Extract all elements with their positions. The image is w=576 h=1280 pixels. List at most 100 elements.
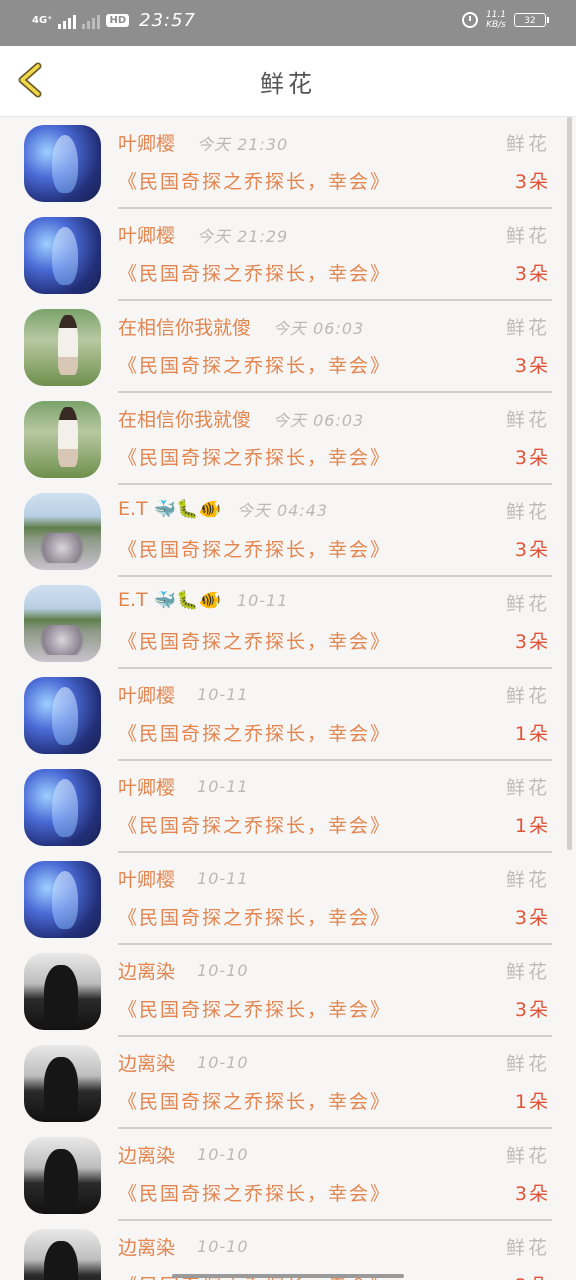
avatar[interactable] (24, 1229, 101, 1280)
list-item[interactable]: 在相信你我就傻 今天 06:03 鲜花 《民国奇探之乔探长，幸会》 3朵 (0, 393, 576, 485)
speed-unit: KB/s (486, 20, 506, 30)
sender-name[interactable]: 叶卿樱 10-11 (118, 865, 249, 892)
sender-name-text: 叶卿樱 (118, 685, 176, 707)
list-item[interactable]: 叶卿樱 10-11 鲜花 《民国奇探之乔探长，幸会》 3朵 (0, 853, 576, 945)
flower-count: 3朵 (514, 1183, 550, 1205)
emoji-icons: 🐳🐛🐠 (153, 498, 221, 520)
page-title: 鲜花 (260, 70, 316, 98)
network-speed: 11.1 KB/s (486, 10, 506, 30)
avatar[interactable] (24, 125, 101, 202)
sender-name[interactable]: 叶卿樱 今天 21:29 (118, 221, 288, 248)
avatar[interactable] (24, 217, 101, 294)
timestamp: 10-10 (197, 961, 249, 980)
timestamp: 10-11 (197, 869, 249, 888)
timestamp: 10-10 (197, 1237, 249, 1256)
sender-name-text: 在相信你我就傻 (118, 317, 252, 339)
timestamp: 今天 06:03 (273, 410, 365, 430)
signal-2-icon (82, 13, 101, 29)
sender-name[interactable]: 叶卿樱 10-11 (118, 773, 249, 800)
list-item[interactable]: 叶卿樱 今天 21:29 鲜花 《民国奇探之乔探长，幸会》 3朵 (0, 209, 576, 301)
sender-name[interactable]: E.T 🐳🐛🐠 今天 04:43 (118, 497, 328, 521)
timestamp: 10-10 (197, 1053, 249, 1072)
sender-name[interactable]: 边离染 10-10 (118, 1233, 249, 1260)
book-title[interactable]: 《民国奇探之乔探长，幸会》 (118, 535, 391, 562)
list-item[interactable]: 叶卿樱 10-11 鲜花 《民国奇探之乔探长，幸会》 1朵 (0, 669, 576, 761)
avatar[interactable] (24, 861, 101, 938)
home-indicator[interactable] (172, 1274, 404, 1278)
flower-count: 3朵 (514, 447, 550, 469)
book-title[interactable]: 《民国奇探之乔探长，幸会》 (118, 1179, 391, 1206)
avatar[interactable] (24, 585, 101, 662)
book-title[interactable]: 《民国奇探之乔探长，幸会》 (118, 443, 391, 470)
gift-type: 鲜花 (505, 1237, 550, 1259)
flower-count: 3朵 (514, 263, 550, 285)
gift-type: 鲜花 (505, 317, 550, 339)
list-item[interactable]: E.T 🐳🐛🐠 10-11 鲜花 《民国奇探之乔探长，幸会》 3朵 (0, 577, 576, 669)
flower-count: 1朵 (514, 1091, 550, 1113)
sender-name[interactable]: 边离染 10-10 (118, 1049, 249, 1076)
flower-count: 3朵 (514, 907, 550, 929)
status-left: 4G⁺ HD 23:57 (32, 10, 196, 31)
timestamp: 10-10 (197, 1145, 249, 1164)
list-item[interactable]: 边离染 10-10 鲜花 《民国奇探之乔探长，幸会》 3朵 (0, 945, 576, 1037)
status-right: 11.1 KB/s 32 (461, 10, 549, 30)
avatar[interactable] (24, 677, 101, 754)
list-item[interactable]: 在相信你我就傻 今天 06:03 鲜花 《民国奇探之乔探长，幸会》 3朵 (0, 301, 576, 393)
avatar[interactable] (24, 769, 101, 846)
timestamp: 10-11 (197, 685, 249, 704)
sender-name[interactable]: 叶卿樱 今天 21:30 (118, 129, 288, 156)
sender-name[interactable]: 边离染 10-10 (118, 1141, 249, 1168)
gift-type: 鲜花 (505, 961, 550, 983)
list-item[interactable]: 叶卿樱 今天 21:30 鲜花 《民国奇探之乔探长，幸会》 3朵 (0, 117, 576, 209)
avatar[interactable] (24, 1045, 101, 1122)
list-item[interactable]: 边离染 10-10 鲜花 《民国奇探之乔探长，幸会》 3朵 (0, 1129, 576, 1221)
gift-type: 鲜花 (505, 869, 550, 891)
book-title[interactable]: 《民国奇探之乔探长，幸会》 (118, 259, 391, 286)
book-title[interactable]: 《民国奇探之乔探长，幸会》 (118, 351, 391, 378)
list-item[interactable]: E.T 🐳🐛🐠 今天 04:43 鲜花 《民国奇探之乔探长，幸会》 3朵 (0, 485, 576, 577)
book-title[interactable]: 《民国奇探之乔探长，幸会》 (118, 995, 391, 1022)
sender-name[interactable]: 叶卿樱 10-11 (118, 681, 249, 708)
gift-type: 鲜花 (505, 409, 550, 431)
sender-name[interactable]: 在相信你我就傻 今天 06:03 (118, 405, 364, 432)
sender-name[interactable]: E.T 🐳🐛🐠 10-11 (118, 589, 288, 611)
gift-type: 鲜花 (505, 133, 550, 155)
avatar[interactable] (24, 401, 101, 478)
sender-name-text: 叶卿樱 (118, 133, 176, 155)
sender-name-text: 边离染 (118, 961, 176, 983)
timestamp: 今天 04:43 (236, 501, 329, 520)
signal-icon (58, 13, 77, 29)
sender-name-text: 在相信你我就傻 (118, 409, 252, 431)
gift-type: 鲜花 (505, 1053, 550, 1075)
network-type: 4G⁺ (32, 14, 53, 26)
list-item[interactable]: 边离染 10-10 鲜花 《民国奇探之乔探长，幸会》 3朵 (0, 1221, 576, 1280)
book-title[interactable]: 《民国奇探之乔探长，幸会》 (118, 627, 391, 654)
list-item[interactable]: 边离染 10-10 鲜花 《民国奇探之乔探长，幸会》 1朵 (0, 1037, 576, 1129)
emoji-icons: 🐳🐛🐠 (153, 589, 221, 611)
clock: 23:57 (139, 10, 196, 31)
flower-count: 3朵 (514, 999, 550, 1021)
book-title[interactable]: 《民国奇探之乔探长，幸会》 (118, 811, 391, 838)
book-title[interactable]: 《民国奇探之乔探长，幸会》 (118, 903, 391, 930)
avatar[interactable] (24, 493, 101, 570)
alarm-icon (461, 12, 478, 28)
gift-type: 鲜花 (505, 593, 550, 615)
hd-badge: HD (106, 14, 130, 27)
battery-icon: 32 (514, 13, 549, 27)
book-title[interactable]: 《民国奇探之乔探长，幸会》 (118, 167, 391, 194)
avatar[interactable] (24, 953, 101, 1030)
flower-count: 3朵 (514, 171, 550, 193)
book-title[interactable]: 《民国奇探之乔探长，幸会》 (118, 719, 391, 746)
sender-name[interactable]: 在相信你我就傻 今天 06:03 (118, 313, 364, 340)
scrollbar[interactable] (567, 117, 572, 850)
flower-count: 3朵 (514, 539, 550, 561)
avatar[interactable] (24, 1137, 101, 1214)
sender-name[interactable]: 边离染 10-10 (118, 957, 249, 984)
list-item[interactable]: 叶卿樱 10-11 鲜花 《民国奇探之乔探长，幸会》 1朵 (0, 761, 576, 853)
avatar[interactable] (24, 309, 101, 386)
book-title[interactable]: 《民国奇探之乔探长，幸会》 (118, 1087, 391, 1114)
sender-name-text: 叶卿樱 (118, 777, 176, 799)
timestamp: 10-11 (236, 590, 289, 610)
sender-name-text: 叶卿樱 (118, 869, 176, 891)
sender-name-text: 边离染 (118, 1237, 176, 1259)
